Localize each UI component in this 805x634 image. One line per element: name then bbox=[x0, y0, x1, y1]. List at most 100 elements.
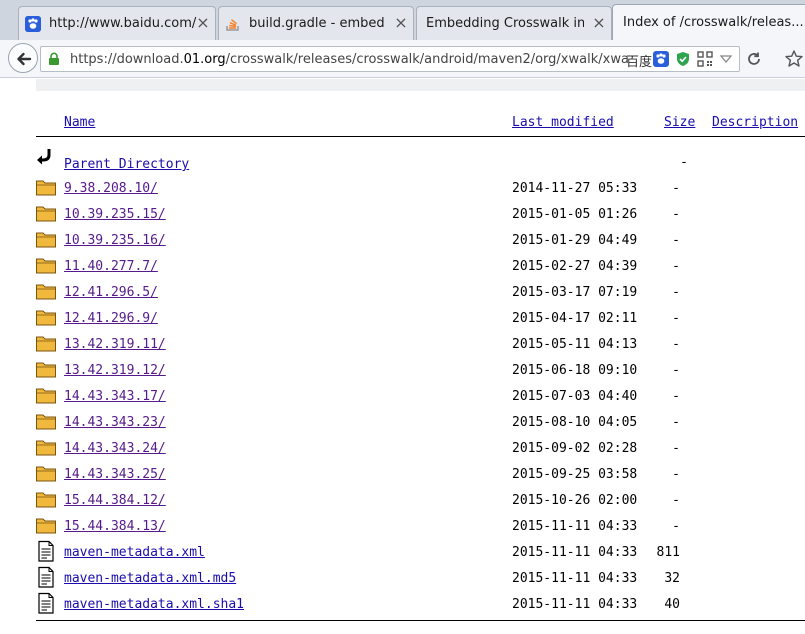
header-name[interactable]: Name bbox=[64, 115, 95, 130]
tab-title: build.gradle - embed ... bbox=[249, 16, 387, 31]
baidu-paw-icon[interactable] bbox=[653, 51, 669, 67]
folder-row[interactable]: 12.41.296.9/2015-04-17 02:11 - bbox=[0, 306, 805, 332]
sort-by-modified-link[interactable]: Last modified bbox=[512, 115, 614, 130]
folder-row[interactable]: 15.44.384.13/2015-11-11 04:33 - bbox=[0, 514, 805, 540]
file-icon bbox=[35, 540, 57, 562]
folder-icon bbox=[35, 228, 57, 250]
last-modified-cell: 2014-11-27 05:33 bbox=[512, 181, 638, 196]
header-size[interactable]: Size bbox=[664, 115, 695, 130]
folder-link[interactable]: 15.44.384.13/ bbox=[64, 519, 166, 534]
folder-row[interactable]: 12.41.296.5/2015-03-17 07:19 - bbox=[0, 280, 805, 306]
search-engine-label[interactable]: 百度 bbox=[626, 51, 652, 70]
folder-icon bbox=[35, 280, 57, 302]
last-modified-cell: 2015-03-17 07:19 bbox=[512, 285, 638, 300]
size-cell: - bbox=[672, 389, 680, 404]
folder-link[interactable]: 14.43.343.23/ bbox=[64, 415, 166, 430]
tab-strip: http://www.baidu.com/ × build.gradle - e… bbox=[0, 0, 805, 40]
header-description[interactable]: Description bbox=[712, 115, 798, 130]
qr-code-icon[interactable] bbox=[697, 51, 713, 67]
tab-index-crosswalk[interactable]: Index of /crosswalk/releas... bbox=[612, 4, 805, 40]
reload-icon[interactable] bbox=[745, 50, 763, 68]
folder-row[interactable]: 15.44.384.12/2015-10-26 02:00 - bbox=[0, 488, 805, 514]
folder-icon bbox=[35, 384, 57, 406]
close-tab-icon[interactable]: × bbox=[591, 13, 607, 33]
folder-icon bbox=[35, 332, 57, 354]
folder-icon bbox=[35, 306, 57, 328]
tab-embedding-crosswalk[interactable]: Embedding Crosswalk in ... × bbox=[416, 6, 612, 40]
back-arrow-icon bbox=[35, 146, 57, 168]
folder-row[interactable]: 13.42.319.11/2015-05-11 04:13 - bbox=[0, 332, 805, 358]
lock-icon[interactable] bbox=[47, 52, 61, 66]
footer-divider bbox=[36, 620, 805, 621]
last-modified-cell: 2015-09-02 02:28 bbox=[512, 441, 638, 456]
folder-link[interactable]: 14.43.343.25/ bbox=[64, 467, 166, 482]
file-icon bbox=[35, 566, 57, 588]
tab-baidu[interactable]: http://www.baidu.com/ × bbox=[18, 6, 216, 40]
stackoverflow-icon bbox=[225, 16, 241, 32]
folder-icon bbox=[35, 358, 57, 380]
last-modified-cell: 2015-09-25 03:58 bbox=[512, 467, 638, 482]
folder-icon bbox=[35, 254, 57, 276]
last-modified-cell: 2015-11-11 04:33 bbox=[512, 519, 638, 534]
parent-directory-link[interactable]: Parent Directory bbox=[64, 157, 189, 172]
back-button[interactable] bbox=[8, 43, 38, 73]
sort-by-name-link[interactable]: Name bbox=[64, 115, 95, 130]
last-modified-cell: 2015-04-17 02:11 bbox=[512, 311, 638, 326]
browser-toolbar: https://download.01.org/crosswalk/releas… bbox=[0, 40, 805, 78]
folder-link[interactable]: 11.40.277.7/ bbox=[64, 259, 158, 274]
folder-icon bbox=[35, 410, 57, 432]
parent-directory-row[interactable]: Parent Directory - bbox=[0, 146, 805, 172]
file-link[interactable]: maven-metadata.xml.sha1 bbox=[64, 597, 244, 612]
folder-row[interactable]: 14.43.343.17/2015-07-03 04:40 - bbox=[0, 384, 805, 410]
size-cell: - bbox=[672, 233, 680, 248]
shield-icon[interactable] bbox=[675, 51, 691, 67]
size-cell: - bbox=[672, 415, 680, 430]
folder-link[interactable]: 12.41.296.5/ bbox=[64, 285, 158, 300]
address-bar[interactable]: https://download.01.org/crosswalk/releas… bbox=[40, 46, 740, 72]
folder-row[interactable]: 14.43.343.25/2015-09-25 03:58 - bbox=[0, 462, 805, 488]
header-modified[interactable]: Last modified bbox=[512, 115, 614, 130]
size-cell: - bbox=[672, 207, 680, 222]
bookmark-star-icon[interactable] bbox=[784, 49, 804, 69]
sort-by-description-link[interactable]: Description bbox=[712, 115, 798, 130]
folder-row[interactable]: 11.40.277.7/2015-02-27 04:39 - bbox=[0, 254, 805, 280]
folder-row[interactable]: 10.39.235.16/2015-01-29 04:49 - bbox=[0, 228, 805, 254]
size-cell: - bbox=[672, 285, 680, 300]
close-tab-icon[interactable]: × bbox=[393, 13, 409, 33]
baidu-paw-icon bbox=[25, 16, 41, 32]
folder-row[interactable]: 10.39.235.15/2015-01-05 01:26 - bbox=[0, 202, 805, 228]
folder-link[interactable]: 13.42.319.12/ bbox=[64, 363, 166, 378]
tab-build-gradle[interactable]: build.gradle - embed ... × bbox=[218, 6, 414, 40]
folder-link[interactable]: 13.42.319.11/ bbox=[64, 337, 166, 352]
size-cell: - bbox=[672, 467, 680, 482]
size-cell: - bbox=[672, 363, 680, 378]
last-modified-cell: 2015-11-11 04:33 bbox=[512, 545, 638, 560]
size-cell: - bbox=[672, 493, 680, 508]
file-row[interactable]: maven-metadata.xml.sha1 2015-11-11 04:33 4… bbox=[0, 592, 805, 618]
folder-link[interactable]: 10.39.235.15/ bbox=[64, 207, 166, 222]
folder-link[interactable]: 10.39.235.16/ bbox=[64, 233, 166, 248]
folder-link[interactable]: 14.43.343.17/ bbox=[64, 389, 166, 404]
last-modified-cell: 2015-06-18 09:10 bbox=[512, 363, 638, 378]
last-modified-cell: 2015-05-11 04:13 bbox=[512, 337, 638, 352]
folder-link[interactable]: 12.41.296.9/ bbox=[64, 311, 158, 326]
file-link[interactable]: maven-metadata.xml bbox=[64, 545, 205, 560]
folder-row[interactable]: 9.38.208.10/2014-11-27 05:33 - bbox=[0, 176, 805, 202]
folder-link[interactable]: 14.43.343.24/ bbox=[64, 441, 166, 456]
folder-row[interactable]: 13.42.319.12/2015-06-18 09:10 - bbox=[0, 358, 805, 384]
chevron-down-icon[interactable] bbox=[718, 51, 734, 67]
folder-link[interactable]: 9.38.208.10/ bbox=[64, 181, 158, 196]
file-icon bbox=[35, 592, 57, 614]
size-cell: - bbox=[672, 337, 680, 352]
folder-link[interactable]: 15.44.384.12/ bbox=[64, 493, 166, 508]
tab-title: http://www.baidu.com/ bbox=[49, 16, 197, 31]
file-row[interactable]: maven-metadata.xml 2015-11-11 04:33 811 bbox=[0, 540, 805, 566]
size-cell: - bbox=[672, 181, 680, 196]
file-link[interactable]: maven-metadata.xml.md5 bbox=[64, 571, 236, 586]
url-text[interactable]: https://download.01.org/crosswalk/releas… bbox=[70, 52, 630, 67]
folder-row[interactable]: 14.43.343.23/2015-08-10 04:05 - bbox=[0, 410, 805, 436]
file-row[interactable]: maven-metadata.xml.md5 2015-11-11 04:33 32 bbox=[0, 566, 805, 592]
folder-row[interactable]: 14.43.343.24/2015-09-02 02:28 - bbox=[0, 436, 805, 462]
close-tab-icon[interactable]: × bbox=[195, 13, 211, 33]
sort-by-size-link[interactable]: Size bbox=[664, 115, 695, 130]
